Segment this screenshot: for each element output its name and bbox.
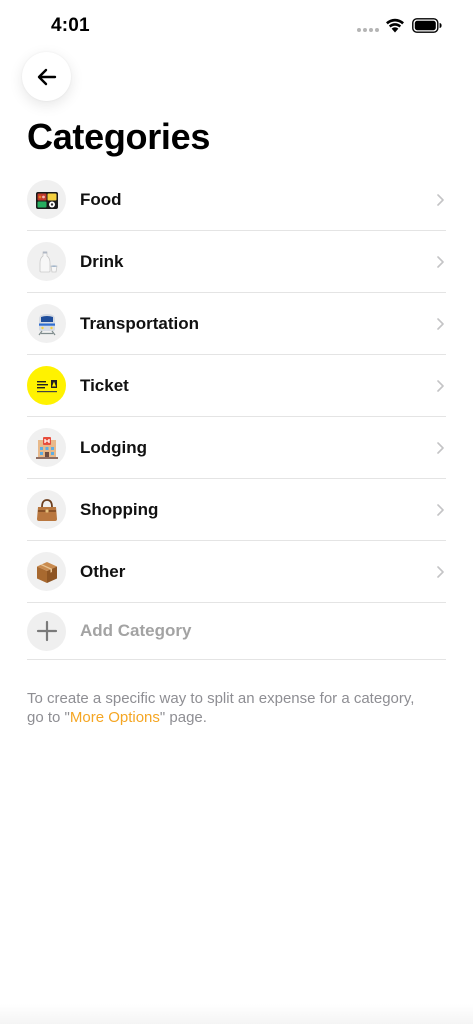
- chevron-right-icon: [437, 503, 444, 516]
- hotel-icon: [27, 428, 66, 467]
- category-label: Other: [80, 561, 126, 581]
- back-button[interactable]: [22, 52, 71, 101]
- category-row-other[interactable]: Other: [27, 541, 446, 603]
- chevron-right-icon: [437, 255, 444, 268]
- chevron-right-icon: [437, 317, 444, 330]
- ticket-icon: [27, 366, 66, 405]
- category-label: Ticket: [80, 375, 129, 395]
- status-bar: 4:01: [0, 0, 473, 54]
- page-title: Categories: [27, 116, 211, 157]
- cellular-signal-icon: [357, 28, 379, 32]
- chevron-right-icon: [437, 193, 444, 206]
- category-row-lodging[interactable]: Lodging: [27, 417, 446, 479]
- bento-box-icon: [27, 180, 66, 219]
- more-options-link[interactable]: More Options: [70, 709, 160, 726]
- footnote: To create a specific way to split an exp…: [27, 689, 427, 727]
- add-category-button[interactable]: Add Category: [27, 603, 446, 660]
- chevron-right-icon: [437, 565, 444, 578]
- category-row-shopping[interactable]: Shopping: [27, 479, 446, 541]
- category-label: Food: [80, 189, 122, 209]
- category-row-ticket[interactable]: Ticket: [27, 355, 446, 417]
- category-row-food[interactable]: Food: [27, 169, 446, 231]
- wifi-icon: [386, 18, 404, 33]
- status-time: 4:01: [51, 15, 90, 36]
- arrow-left-icon: [37, 68, 56, 85]
- sake-bottle-icon: [27, 242, 66, 281]
- category-label: Drink: [80, 251, 124, 271]
- footnote-suffix: " page.: [159, 709, 207, 726]
- category-label: Transportation: [80, 313, 200, 333]
- chevron-right-icon: [437, 441, 444, 454]
- chevron-right-icon: [437, 379, 444, 392]
- package-icon: [27, 552, 66, 591]
- train-icon: [27, 304, 66, 343]
- category-row-transportation[interactable]: Transportation: [27, 293, 446, 355]
- battery-icon: [412, 18, 442, 33]
- category-label: Lodging: [80, 437, 148, 457]
- bottom-fade: [0, 1004, 473, 1024]
- handbag-icon: [27, 490, 66, 529]
- plus-icon: [27, 611, 66, 651]
- category-label: Shopping: [80, 499, 159, 519]
- category-row-drink[interactable]: Drink: [27, 231, 446, 293]
- category-list: Food Drink Transportation Ticket Lodging…: [27, 169, 446, 660]
- add-category-label: Add Category: [80, 621, 192, 640]
